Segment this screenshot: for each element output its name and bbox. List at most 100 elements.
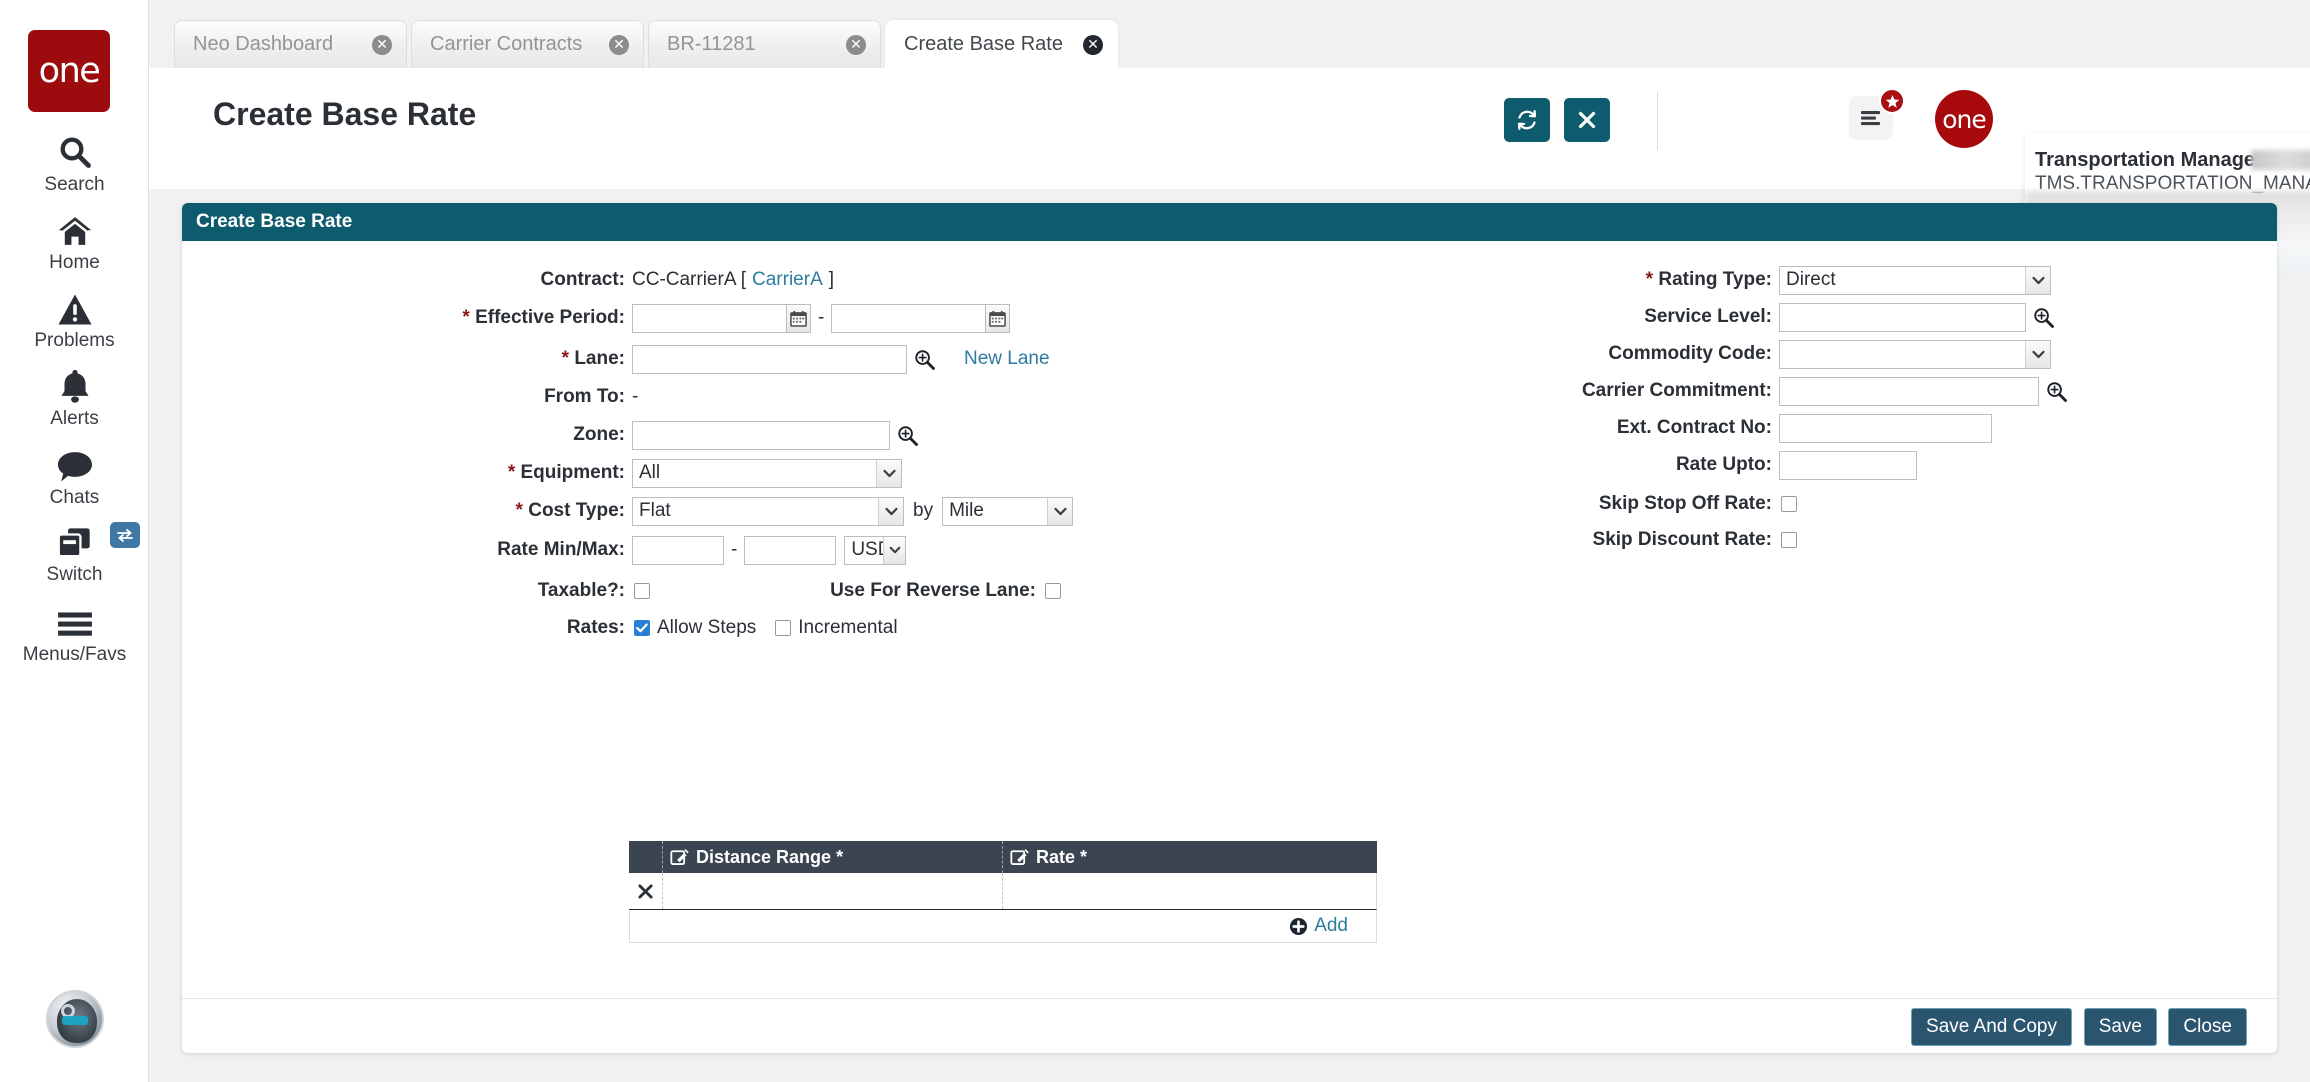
zone-search-button[interactable] (896, 424, 919, 447)
favorites-star-badge[interactable] (1879, 88, 1905, 114)
rate-min-max-label: Rate Min/Max: (345, 539, 625, 561)
incremental-label: Incremental (798, 617, 897, 639)
close-icon (1577, 110, 1597, 130)
left-sidebar: one Search Home Problems Alerts Chats (0, 0, 149, 1082)
carrier-commitment-input[interactable] (1779, 377, 2039, 406)
effective-period-from-input[interactable] (632, 304, 787, 333)
close-icon[interactable]: ✕ (1083, 35, 1103, 55)
lane-input[interactable] (632, 345, 907, 374)
service-level-search-button[interactable] (2032, 306, 2055, 329)
assistant-avatar[interactable] (46, 990, 104, 1048)
ext-contract-no-input[interactable] (1779, 414, 1992, 443)
close-icon[interactable]: ✕ (372, 35, 392, 55)
rating-type-select[interactable]: Direct (1779, 266, 2051, 295)
refresh-button[interactable] (1504, 98, 1550, 142)
zone-input[interactable] (632, 421, 890, 450)
sidebar-item-search[interactable]: Search (0, 130, 149, 196)
sidebar-item-home[interactable]: Home (0, 208, 149, 274)
commodity-code-select[interactable] (1779, 340, 2051, 369)
chevron-down-icon (878, 498, 903, 525)
rate-max-input[interactable] (744, 536, 836, 565)
column-header-label: Distance Range * (696, 847, 843, 868)
column-header-rate[interactable]: Rate * (1003, 841, 1377, 873)
rate-min-input[interactable] (632, 536, 724, 565)
sidebar-item-problems[interactable]: Problems (0, 286, 149, 352)
page-title: Create Base Rate (213, 96, 476, 133)
allow-steps-checkbox[interactable] (634, 620, 650, 636)
field-row-taxable: Taxable?: Use For Reverse Lane: (345, 576, 1061, 606)
close-page-button[interactable] (1564, 98, 1610, 142)
tab-label: BR-11281 (667, 33, 832, 56)
rate-upto-input[interactable] (1779, 451, 1917, 480)
carrier-commitment-label: Carrier Commitment: (1562, 380, 1772, 402)
field-row-skip-stop-off-rate: Skip Stop Off Rate: (1562, 489, 1797, 519)
equipment-label: * Equipment: (345, 462, 625, 484)
plus-circle-icon (1289, 917, 1308, 936)
panel-footer: Save And Copy Save Close (182, 998, 2277, 1053)
equipment-select[interactable]: All (632, 459, 902, 488)
field-row-from-to: From To: - (345, 382, 638, 412)
chat-bubble-icon (0, 443, 149, 483)
new-lane-link[interactable]: New Lane (964, 348, 1050, 370)
calendar-icon (989, 310, 1006, 327)
carrier-commitment-search-button[interactable] (2045, 380, 2068, 403)
required-marker: * (508, 462, 515, 483)
skip-discount-rate-checkbox[interactable] (1781, 532, 1797, 548)
tab-create-base-rate[interactable]: Create Base Rate ✕ (885, 20, 1118, 68)
cost-type-by-select[interactable]: Mile (942, 497, 1073, 526)
service-level-input[interactable] (1779, 303, 2026, 332)
sidebar-item-alerts[interactable]: Alerts (0, 364, 149, 430)
sidebar-item-label: Menus/Favs (0, 644, 149, 666)
delete-row-button[interactable] (629, 873, 663, 909)
required-marker: * (1646, 269, 1653, 290)
cell-distance-range[interactable] (663, 873, 1003, 909)
add-rate-row-button[interactable]: Add (1289, 915, 1348, 937)
taxable-checkbox[interactable] (634, 583, 650, 599)
close-icon[interactable]: ✕ (846, 35, 866, 55)
bell-icon (0, 364, 149, 404)
column-header-distance-range[interactable]: Distance Range * (663, 841, 1003, 873)
effective-period-from-calendar-button[interactable] (786, 304, 811, 333)
skip-stop-off-rate-checkbox[interactable] (1781, 496, 1797, 512)
use-reverse-lane-checkbox[interactable] (1045, 583, 1061, 599)
effective-period-to-input[interactable] (831, 304, 986, 333)
sidebar-item-label: Chats (0, 487, 149, 509)
required-marker: * (562, 348, 569, 369)
save-and-copy-button[interactable]: Save And Copy (1911, 1008, 2072, 1046)
tab-br-11281[interactable]: BR-11281 ✕ (648, 20, 881, 68)
rate-currency-select[interactable]: USD (844, 536, 906, 565)
close-icon[interactable]: ✕ (609, 35, 629, 55)
rate-min-max-separator: - (731, 539, 737, 561)
sidebar-item-switch[interactable]: Switch (0, 520, 149, 586)
save-button[interactable]: Save (2084, 1008, 2157, 1046)
edit-pencil-icon (1010, 848, 1029, 867)
field-row-rate-min-max: Rate Min/Max: - USD (345, 535, 906, 565)
one-logo-text: one (1942, 105, 1986, 134)
field-row-ext-contract-no: Ext. Contract No: (1562, 413, 1992, 443)
effective-period-to-calendar-button[interactable] (985, 304, 1010, 333)
section-header: Create Base Rate (182, 203, 2277, 241)
incremental-checkbox[interactable] (775, 620, 791, 636)
close-button[interactable]: Close (2168, 1008, 2247, 1046)
switch-toggle-badge[interactable] (110, 522, 140, 548)
rates-grid-header: Distance Range * Rate * (629, 841, 1377, 873)
zone-label: Zone: (345, 424, 625, 446)
magnifier-plus-icon (2032, 306, 2055, 329)
sidebar-item-menus-favs[interactable]: Menus/Favs (0, 600, 149, 666)
contract-value: CC-CarrierA [ (632, 269, 746, 291)
commodity-code-label: Commodity Code: (1562, 343, 1772, 365)
brand-logo[interactable]: one (28, 30, 110, 112)
field-row-rating-type: * Rating Type: Direct (1562, 265, 2051, 295)
cost-type-select[interactable]: Flat (632, 497, 904, 526)
app-header: Create Base Rate one Transportation Mana… (149, 68, 2310, 189)
lane-label: * Lane: (345, 348, 625, 370)
contract-carrier-link[interactable]: CarrierA (752, 269, 823, 291)
skip-discount-rate-label: Skip Discount Rate: (1562, 529, 1772, 551)
sidebar-item-chats[interactable]: Chats (0, 443, 149, 509)
tab-neo-dashboard[interactable]: Neo Dashboard ✕ (174, 20, 407, 68)
lane-search-button[interactable] (913, 348, 936, 371)
tab-carrier-contracts[interactable]: Carrier Contracts ✕ (411, 20, 644, 68)
cell-rate[interactable] (1003, 873, 1377, 909)
required-marker: * (1080, 847, 1087, 867)
effective-period-separator: - (818, 307, 824, 329)
